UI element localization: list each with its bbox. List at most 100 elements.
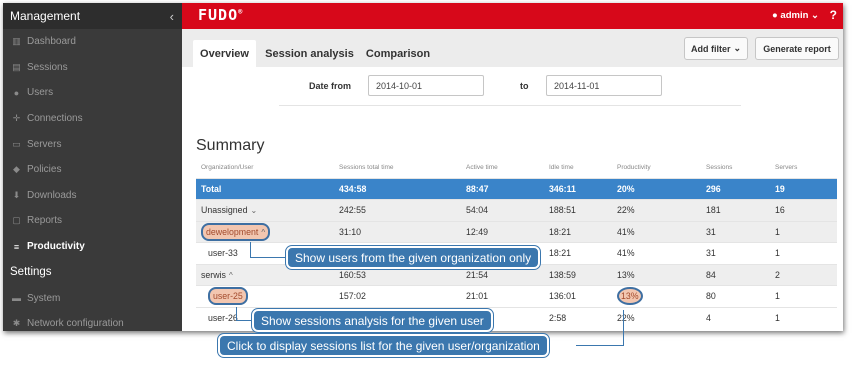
cell-productivity[interactable]: 41% <box>612 220 701 243</box>
sidebar-item-label: Dashboard <box>27 36 76 48</box>
callout-user-sessions: Show sessions analysis for the given use… <box>252 309 493 332</box>
row-name: serwis <box>201 269 226 280</box>
sidebar-item-dashboard[interactable]: ▥ Dashboard <box>3 29 182 55</box>
cell-sessions-value: 31 <box>706 248 716 259</box>
sidebar-item-users[interactable]: ● Users <box>3 80 182 106</box>
cell-name[interactable]: Unassigned ⌄ <box>196 199 334 221</box>
cell-idle-time-value: 188:51 <box>549 205 576 216</box>
cell-total-time: 242:55 <box>334 199 461 221</box>
cell-productivity-value: 41% <box>617 248 635 259</box>
cell-productivity[interactable]: 13% <box>612 285 701 307</box>
cell-name[interactable]: dewelopment ^ <box>196 220 334 243</box>
cell-productivity[interactable]: 22% <box>612 199 701 221</box>
callout-org-users: Show users from the given organization o… <box>286 246 541 269</box>
cell-total-time-value: 160:53 <box>339 269 366 280</box>
table-row-organization: dewelopment ^ 31:10 12:49 18:21 41% 31 1 <box>196 220 837 243</box>
date-to-input[interactable] <box>546 75 662 96</box>
highlighted-link[interactable]: dewelopment ^ <box>201 222 271 241</box>
callout-leader-line <box>236 307 237 321</box>
sidebar-item-servers[interactable]: ▭ Servers <box>3 131 182 157</box>
cell-productivity-value: 20% <box>617 183 635 194</box>
col-header-servers: Servers <box>775 164 798 172</box>
sidebar-section-label: Management <box>10 9 81 23</box>
cell-productivity[interactable]: 22% <box>612 306 701 329</box>
row-name: Unassigned <box>201 205 248 216</box>
cell-productivity[interactable]: 13% <box>612 263 701 286</box>
cell-sessions: 181 <box>701 199 770 221</box>
date-from-input[interactable] <box>368 75 484 96</box>
cell-idle-time: 18:21 <box>544 242 612 264</box>
app-window: Management ‹ ▥ Dashboard ▤ Sessions ● Users ✛ C… <box>3 3 843 331</box>
highlighted-link[interactable]: 13% <box>617 287 643 306</box>
col-header-idle-time: Idle time <box>549 164 574 172</box>
tab-comparison[interactable]: Comparison <box>364 40 432 67</box>
help-icon[interactable]: ? <box>830 8 837 22</box>
cell-idle-time: 18:21 <box>544 220 612 243</box>
add-filter-label: Add filter <box>690 43 731 54</box>
collapse-sidebar-icon[interactable]: ‹ <box>170 9 174 24</box>
cell-sessions: 4 <box>701 306 770 329</box>
cell-sessions-value: 84 <box>706 269 716 280</box>
cell-active-time-value: 21:54 <box>466 269 489 280</box>
add-filter-button[interactable]: Add filter ⌄ <box>684 37 748 60</box>
table-row-organization: Unassigned ⌄ 242:55 54:04 188:51 22% 181 16 <box>196 199 837 221</box>
callout-leader-line <box>250 257 287 258</box>
col-header-total-time: Sessions total time <box>339 164 394 172</box>
sidebar-item-sessions[interactable]: ▤ Sessions <box>3 55 182 81</box>
user-menu[interactable]: ● admin ⌄ <box>772 10 819 21</box>
row-name: dewelopment <box>206 226 259 237</box>
sidebar-item-label: Reports <box>27 215 63 227</box>
cell-idle-time-value: 138:59 <box>549 269 576 280</box>
cell-productivity-value: 22% <box>617 205 635 216</box>
cell-active-time: 12:49 <box>461 220 544 243</box>
sidebar-item-label: Network configuration <box>27 318 124 330</box>
bar-chart-icon: ▥ <box>12 36 21 47</box>
summary-title: Summary <box>196 137 265 154</box>
col-header-productivity: Productivity <box>617 164 651 172</box>
table-row-total: Total 434:58 88:47 346:11 20% 296 19 <box>196 177 837 200</box>
callout-leader-line <box>250 242 251 258</box>
highlighted-link[interactable]: user-25 <box>208 287 248 306</box>
col-header-org-user: Organization/User <box>201 164 254 172</box>
callout-leader-line <box>623 310 624 346</box>
sidebar-item-policies[interactable]: ◆ Policies <box>3 157 182 183</box>
sidebar-item-network-configuration[interactable]: ✱ Network configuration <box>3 311 182 331</box>
cell-servers: 1 <box>770 220 837 243</box>
cell-productivity[interactable]: 41% <box>612 242 701 264</box>
sidebar-item-downloads[interactable]: ⬇ Downloads <box>3 183 182 209</box>
cell-sessions: 296 <box>701 177 770 200</box>
arrows-icon: ✛ <box>12 113 21 124</box>
date-from-label: Date from <box>309 81 352 91</box>
cell-sessions-value: 181 <box>706 205 721 216</box>
cell-name[interactable]: user-25 <box>196 285 334 307</box>
sidebar-item-reports[interactable]: ▢ Reports <box>3 208 182 234</box>
cell-total-time: 31:10 <box>334 220 461 243</box>
shield-icon: ◆ <box>13 164 20 175</box>
cell-productivity[interactable]: 20% <box>612 177 701 200</box>
cell-total-time-value: 31:10 <box>339 226 362 237</box>
cell-idle-time: 138:59 <box>544 263 612 286</box>
film-icon: ▤ <box>12 61 21 72</box>
tab-overview[interactable]: Overview <box>193 40 256 67</box>
col-header-sessions: Sessions <box>706 164 733 172</box>
cell-active-time-value: 12:49 <box>466 226 489 237</box>
sidebar-item-system[interactable]: ▬ System <box>3 285 182 311</box>
users-icon: ● <box>13 87 20 98</box>
list-icon: ≡ <box>13 241 20 252</box>
cell-sessions: 80 <box>701 285 770 307</box>
cell-servers-value: 2 <box>775 269 780 280</box>
print-icon: ▢ <box>12 215 21 226</box>
cell-servers: 1 <box>770 242 837 264</box>
cell-servers: 1 <box>770 285 837 307</box>
sidebar-item-productivity[interactable]: ≡ Productivity <box>3 234 182 260</box>
cell-idle-time: 2:58 <box>544 306 612 329</box>
tab-bar: Overview Session analysis Comparison Add… <box>182 29 843 67</box>
cell-servers-value: 1 <box>775 248 780 259</box>
sidebar-item-connections[interactable]: ✛ Connections <box>3 106 182 132</box>
cell-sessions: 84 <box>701 263 770 286</box>
chevron-down-icon: ⌄ <box>250 206 258 216</box>
cell-active-time: 88:47 <box>461 177 544 200</box>
tab-session-analysis[interactable]: Session analysis <box>262 40 357 67</box>
generate-report-button[interactable]: Generate report <box>755 37 839 60</box>
cell-idle-time: 136:01 <box>544 285 612 307</box>
